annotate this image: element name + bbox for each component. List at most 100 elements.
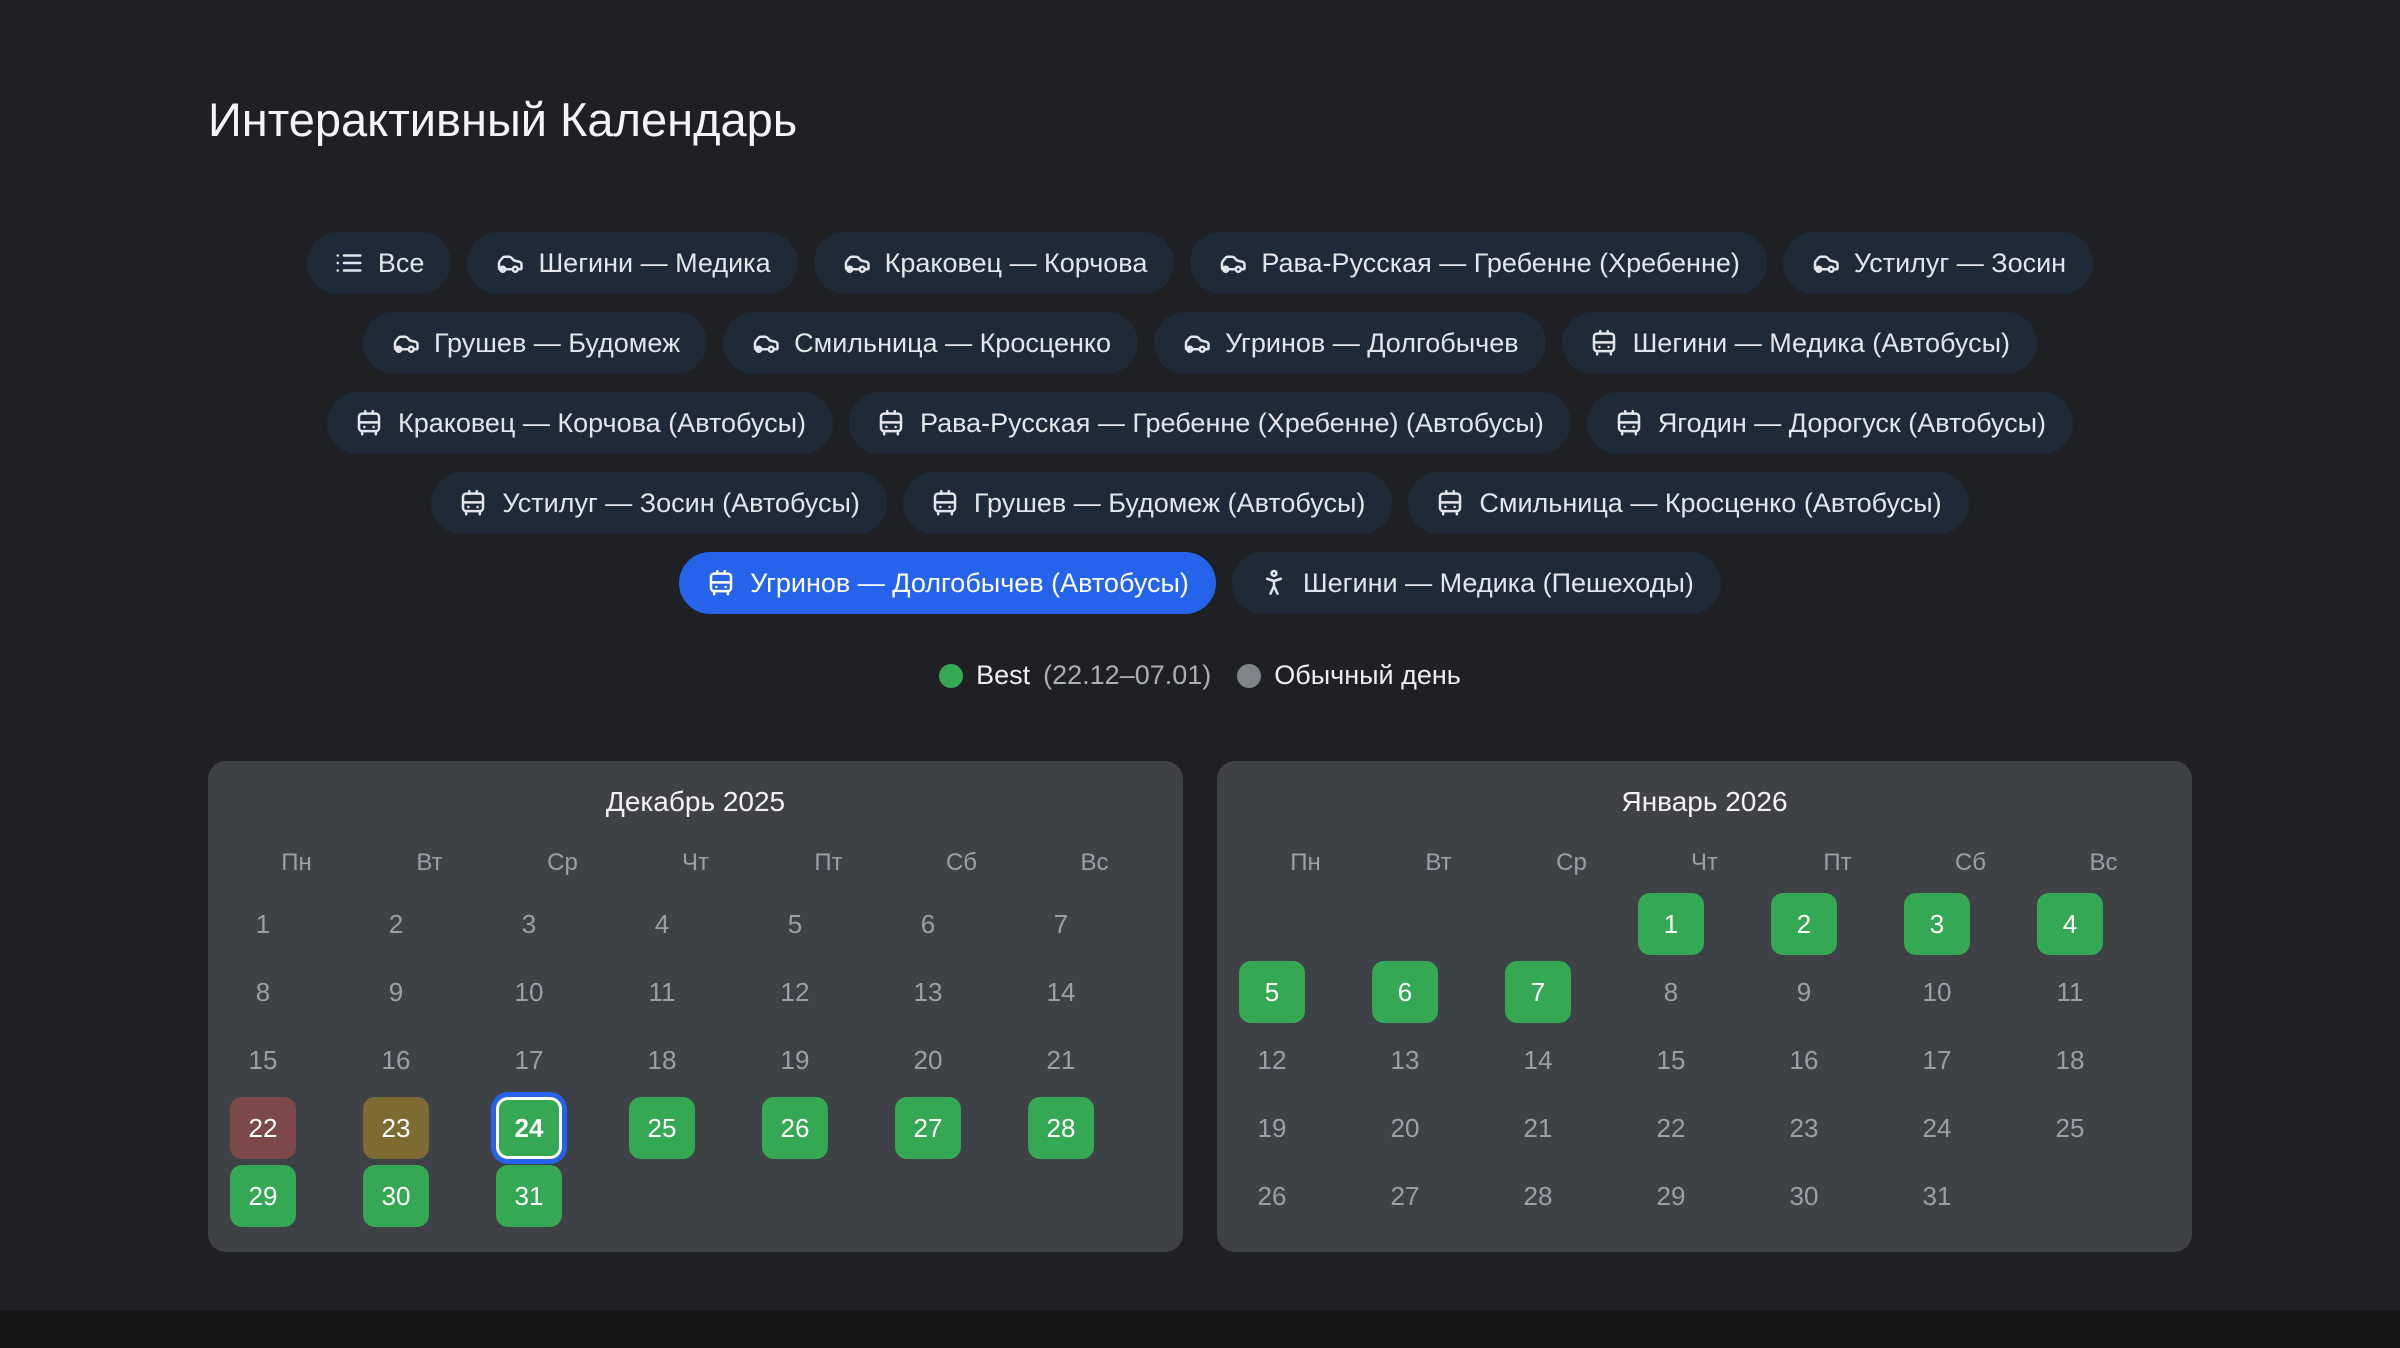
filter-button-label: Все — [378, 248, 425, 279]
day-cell[interactable]: 23 — [363, 1097, 429, 1159]
filter-button[interactable]: Угринов — Долгобычев (Автобусы) — [679, 552, 1216, 614]
filter-row: Грушев — Будомеж Смильница — Кросценко Угр… — [363, 312, 2037, 374]
day-cell[interactable]: 25 — [629, 1097, 695, 1159]
filter-button[interactable]: Шегини — Медика — [467, 232, 797, 294]
weekday-label: Чт — [682, 851, 709, 875]
filter-button[interactable]: Смильница — Кросценко — [723, 312, 1138, 374]
day-cell[interactable]: 24 — [496, 1097, 562, 1159]
filter-button[interactable]: Шегини — Медика (Автобусы) — [1562, 312, 2037, 374]
day-cell[interactable]: 5 — [1239, 961, 1305, 1023]
day-cell: 21 — [1028, 1029, 1094, 1091]
filter-button[interactable]: Смильница — Кросценко (Автобусы) — [1408, 472, 1968, 534]
day-cell: 23 — [1771, 1097, 1837, 1159]
week-row: 891011121314 — [208, 961, 1183, 1023]
filter-button[interactable]: Краковец — Корчова (Автобусы) — [327, 392, 833, 454]
car-icon — [841, 248, 871, 278]
day-cell: 17 — [496, 1029, 562, 1091]
car-icon — [1181, 328, 1211, 358]
footer-strip — [0, 1310, 2400, 1348]
filter-button-label: Ягодин — Дорогуск (Автобусы) — [1658, 408, 2046, 439]
day-cell: 28 — [1505, 1165, 1571, 1227]
filter-button[interactable]: Устилуг — Зосин — [1783, 232, 2093, 294]
filter-button-label: Устилуг — Зосин — [1854, 248, 2066, 279]
weekday-label: Вт — [416, 851, 442, 875]
filter-button-label: Угринов — Долгобычев — [1225, 328, 1519, 359]
filter-button-label: Устилуг — Зосин (Автобусы) — [502, 488, 860, 519]
filter-button-label: Краковец — Корчова — [885, 248, 1148, 279]
day-cell: 8 — [1638, 961, 1704, 1023]
day-cell[interactable]: 27 — [895, 1097, 961, 1159]
weekday-label: Пн — [1290, 851, 1321, 875]
day-cell[interactable]: 3 — [1904, 893, 1970, 955]
filter-button-label: Шегини — Медика (Автобусы) — [1633, 328, 2010, 359]
weekday-row: ПнВтСрЧтПтСбВс — [1217, 851, 2192, 875]
list-icon — [334, 248, 364, 278]
day-cell: 14 — [1028, 961, 1094, 1023]
filter-button[interactable]: Угринов — Долгобычев — [1154, 312, 1546, 374]
day-cell: 14 — [1505, 1029, 1571, 1091]
day-cell: 7 — [1028, 893, 1094, 955]
filter-button-label: Шегини — Медика (Пешеходы) — [1303, 568, 1694, 599]
day-cell[interactable]: 6 — [1372, 961, 1438, 1023]
bus-icon — [354, 408, 384, 438]
day-cell[interactable]: 26 — [762, 1097, 828, 1159]
week-row: 1234567 — [208, 893, 1183, 955]
day-cell[interactable]: 4 — [2037, 893, 2103, 955]
best-day-dot — [939, 664, 963, 688]
week-row: 29 30 31 — [208, 1165, 1183, 1227]
page-title: Интерактивный Календарь — [208, 92, 797, 147]
filter-button[interactable]: Устилуг — Зосин (Автобусы) — [431, 472, 887, 534]
day-cell[interactable]: 1 — [1638, 893, 1704, 955]
day-cell[interactable]: 31 — [496, 1165, 562, 1227]
filter-button[interactable]: Шегини — Медика (Пешеходы) — [1232, 552, 1721, 614]
day-cell: 11 — [2037, 961, 2103, 1023]
filter-row: Угринов — Долгобычев (Автобусы) Шегини — … — [679, 552, 1721, 614]
car-icon — [1810, 248, 1840, 278]
day-cell[interactable]: 22 — [230, 1097, 296, 1159]
filter-button[interactable]: Все — [307, 232, 452, 294]
day-cell[interactable]: 28 — [1028, 1097, 1094, 1159]
day-cell: 31 — [1904, 1165, 1970, 1227]
day-cell: 1 — [230, 893, 296, 955]
bus-icon — [1614, 408, 1644, 438]
filter-button[interactable]: Краковец — Корчова — [814, 232, 1175, 294]
day-cell: 15 — [230, 1029, 296, 1091]
day-cell: 30 — [1771, 1165, 1837, 1227]
day-cell[interactable]: 29 — [230, 1165, 296, 1227]
filter-button-label: Грушев — Будомеж (Автобусы) — [974, 488, 1365, 519]
legend-best-range: (22.12–07.01) — [1043, 660, 1211, 691]
car-icon — [750, 328, 780, 358]
day-cell: 21 — [1505, 1097, 1571, 1159]
empty-day-cell — [1239, 893, 1305, 955]
bus-icon — [876, 408, 906, 438]
filter-row: Краковец — Корчова (Автобусы) Рава-Русска… — [327, 392, 2073, 454]
day-cell: 16 — [363, 1029, 429, 1091]
week-row: 19202122232425 — [1217, 1097, 2192, 1159]
day-cell: 11 — [629, 961, 695, 1023]
filter-button[interactable]: Грушев — Будомеж — [363, 312, 707, 374]
filter-button[interactable]: Грушев — Будомеж (Автобусы) — [903, 472, 1392, 534]
filter-button[interactable]: Ягодин — Дорогуск (Автобусы) — [1587, 392, 2073, 454]
empty-day-cell — [895, 1165, 961, 1227]
month-panel: Декабрь 2025ПнВтСрЧтПтСбВс12345678910111… — [208, 761, 1183, 1252]
filter-button-label: Смильница — Кросценко (Автобусы) — [1479, 488, 1941, 519]
weekday-label: Вт — [1425, 851, 1451, 875]
day-cell[interactable]: 7 — [1505, 961, 1571, 1023]
day-cell: 4 — [629, 893, 695, 955]
bus-icon — [458, 488, 488, 518]
day-cell: 8 — [230, 961, 296, 1023]
filter-button[interactable]: Рава-Русская — Гребенне (Хребенне) (Авто… — [849, 392, 1571, 454]
legend-item-best: Best (22.12–07.01) — [939, 660, 1211, 691]
filter-button[interactable]: Рава-Русская — Гребенне (Хребенне) — [1190, 232, 1767, 294]
day-cell: 19 — [762, 1029, 828, 1091]
day-cell[interactable]: 30 — [363, 1165, 429, 1227]
weekday-label: Пт — [1823, 851, 1851, 875]
day-cell: 6 — [895, 893, 961, 955]
day-cell[interactable]: 2 — [1771, 893, 1837, 955]
empty-day-cell — [1372, 893, 1438, 955]
day-cell: 18 — [629, 1029, 695, 1091]
normal-day-dot — [1237, 664, 1261, 688]
day-cell: 13 — [1372, 1029, 1438, 1091]
day-cell: 17 — [1904, 1029, 1970, 1091]
weekday-label: Вс — [1080, 851, 1108, 875]
